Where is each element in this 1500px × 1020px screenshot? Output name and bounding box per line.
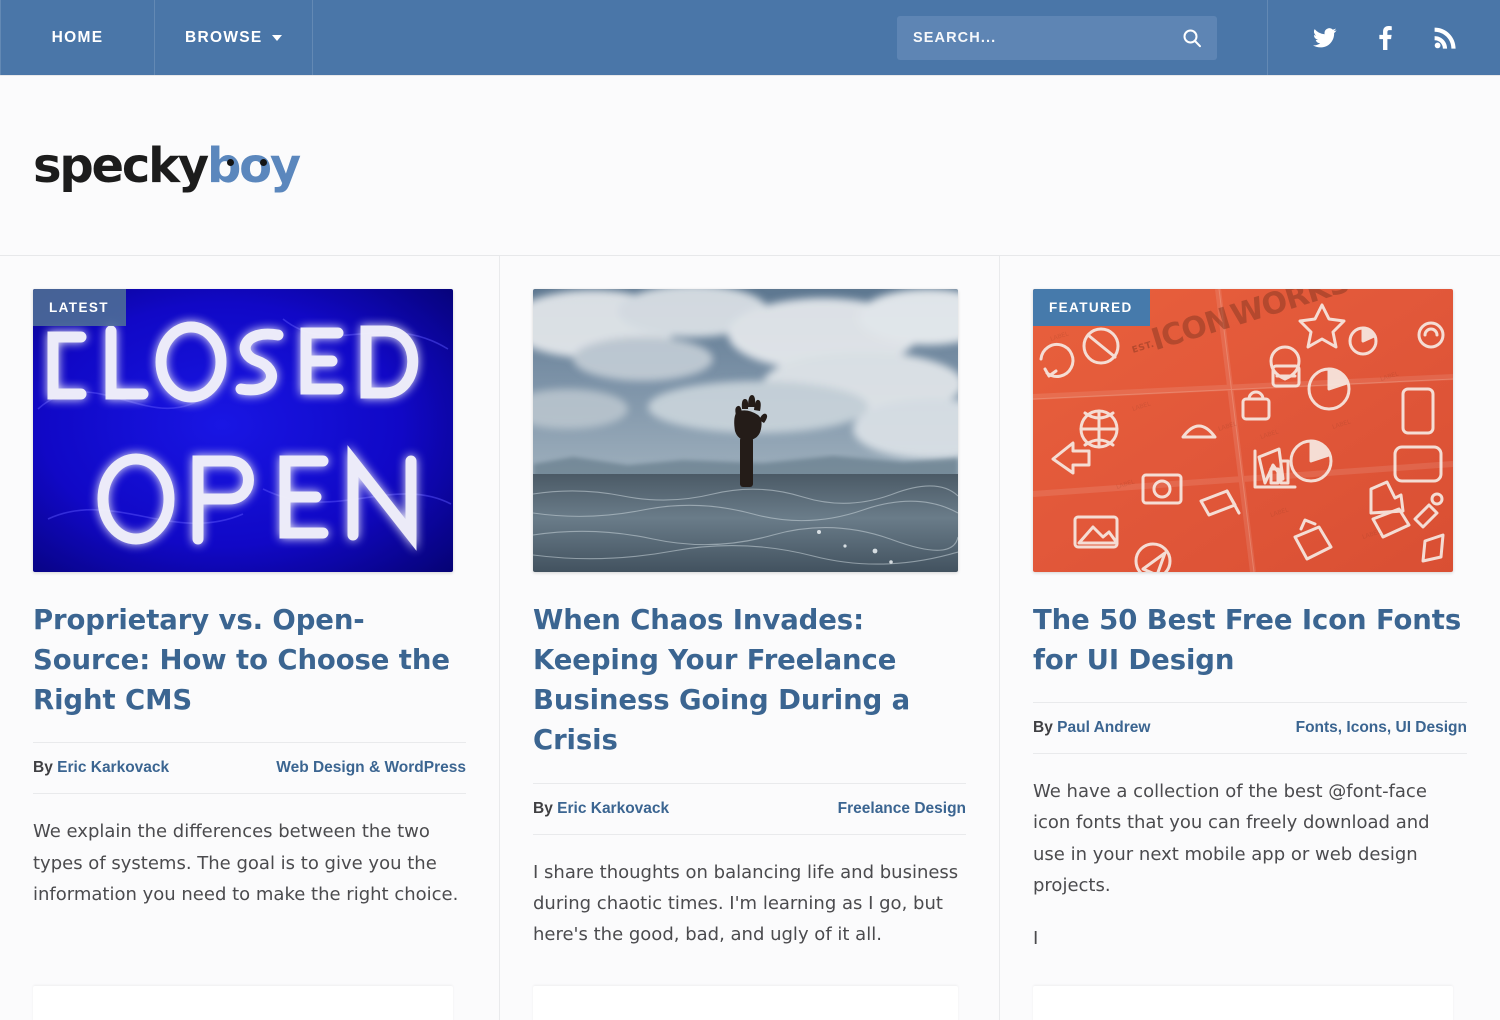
nav-item-browse-label: BROWSE — [185, 28, 263, 46]
article-trailing-text: I — [1033, 927, 1039, 949]
page-root: HOME BROWSE SEARCH... speckyboy LATEST P… — [0, 0, 1500, 1020]
article-byline: By Eric Karkovack — [33, 759, 169, 777]
article-card: FEATURED EST. ICON WORKS LABEL LABEL LAB… — [1000, 256, 1500, 954]
rss-icon[interactable] — [1432, 25, 1458, 51]
next-row-preview — [0, 964, 1500, 1020]
facebook-icon[interactable] — [1372, 25, 1398, 51]
article-excerpt: We explain the differences between the t… — [33, 821, 459, 905]
by-label: By — [33, 759, 53, 777]
orange-icon-works-poster-image: EST. ICON WORKS LABEL LABEL LABEL LABEL … — [1033, 289, 1453, 572]
neon-closed-open-sign-image — [33, 289, 453, 572]
article-card: When Chaos Invades: Keeping Your Freelan… — [500, 256, 999, 950]
search-region — [897, 0, 1267, 75]
article-column-1: LATEST Proprietary vs. Open-Source: How … — [0, 256, 500, 1020]
nav-item-home[interactable]: HOME — [0, 0, 155, 75]
article-column-3: FEATURED EST. ICON WORKS LABEL LABEL LAB… — [1000, 256, 1500, 1020]
nav-item-home-label: HOME — [51, 28, 104, 46]
article-category-link[interactable]: Freelance Design — [838, 800, 966, 818]
chevron-down-icon — [271, 34, 282, 41]
hand-reaching-from-ocean-image — [533, 289, 958, 572]
top-navigation-bar: HOME BROWSE — [0, 0, 1500, 76]
logo-text-specky: specky — [33, 137, 209, 194]
article-author-link[interactable]: Paul Andrew — [1057, 719, 1150, 736]
article-card: LATEST Proprietary vs. Open-Source: How … — [0, 256, 499, 910]
by-label: By — [1033, 719, 1053, 737]
article-thumbnail[interactable]: LATEST — [33, 289, 453, 572]
article-meta: By Eric Karkovack Web Design & WordPress — [33, 742, 466, 795]
article-title[interactable]: When Chaos Invades: Keeping Your Freelan… — [533, 600, 966, 761]
next-article-column-1 — [0, 964, 500, 1020]
site-logo[interactable]: speckyboy — [33, 142, 301, 190]
by-label: By — [533, 799, 553, 817]
logo-text-boy-label: boy — [206, 137, 301, 194]
logo-eye-left-icon — [226, 158, 234, 166]
search-input[interactable] — [897, 15, 1167, 60]
primary-nav: HOME BROWSE — [0, 0, 313, 75]
article-title[interactable]: The 50 Best Free Icon Fonts for UI Desig… — [1033, 600, 1467, 680]
article-category-link[interactable]: Web Design & WordPress — [276, 759, 466, 777]
article-grid: LATEST Proprietary vs. Open-Source: How … — [0, 256, 1500, 1020]
next-article-thumbnail[interactable] — [1033, 986, 1453, 1020]
nav-item-browse[interactable]: BROWSE — [155, 0, 313, 75]
status-badge-latest: LATEST — [33, 289, 126, 326]
next-article-thumbnail[interactable] — [33, 986, 453, 1020]
article-excerpt: We have a collection of the best @font-f… — [1033, 781, 1430, 896]
site-header: speckyboy — [0, 76, 1500, 256]
article-meta: By Eric Karkovack Freelance Design — [533, 782, 966, 835]
search-box[interactable] — [897, 15, 1217, 60]
logo-eye-right-icon — [259, 158, 267, 166]
status-badge-featured: FEATURED — [1033, 289, 1150, 326]
article-thumbnail[interactable] — [533, 289, 958, 572]
article-author-link[interactable]: Eric Karkovack — [57, 759, 169, 776]
article-thumbnail[interactable]: FEATURED EST. ICON WORKS LABEL LABEL LAB… — [1033, 289, 1453, 572]
article-author-link[interactable]: Eric Karkovack — [557, 800, 669, 817]
article-meta: By Paul Andrew Fonts, Icons, UI Design — [1033, 702, 1467, 755]
search-submit-button[interactable] — [1167, 16, 1217, 60]
social-links — [1267, 0, 1500, 75]
twitter-icon[interactable] — [1312, 25, 1338, 51]
logo-text-boy: boy — [206, 137, 301, 194]
article-category-link[interactable]: Fonts, Icons, UI Design — [1296, 719, 1467, 737]
article-byline: By Eric Karkovack — [533, 800, 669, 818]
next-article-column-3 — [1000, 964, 1500, 1020]
article-byline: By Paul Andrew — [1033, 719, 1150, 737]
article-excerpt: I share thoughts on balancing life and b… — [533, 861, 959, 945]
article-column-2: When Chaos Invades: Keeping Your Freelan… — [500, 256, 1000, 1020]
next-article-column-2 — [500, 964, 1000, 1020]
next-article-thumbnail[interactable] — [533, 986, 958, 1020]
search-icon — [1183, 29, 1201, 47]
article-title[interactable]: Proprietary vs. Open-Source: How to Choo… — [33, 600, 466, 720]
